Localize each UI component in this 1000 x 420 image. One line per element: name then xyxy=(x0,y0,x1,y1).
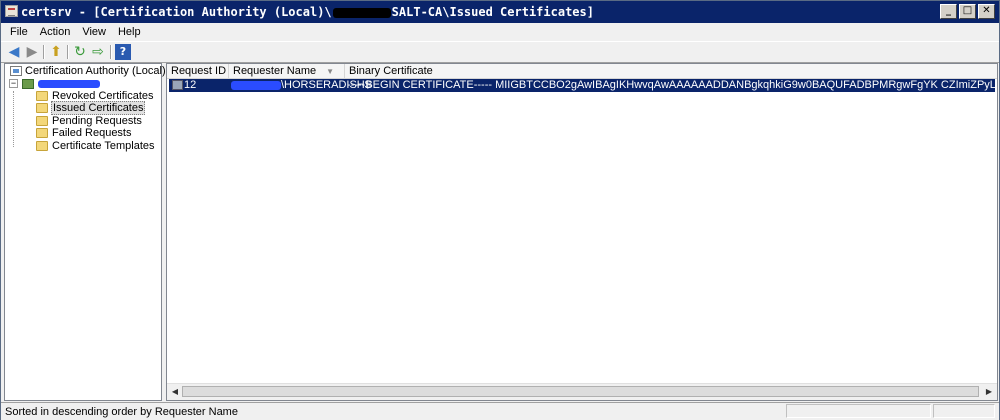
window-title: certsrv - [Certification Authority (Loca… xyxy=(21,5,594,19)
certification-authority-icon xyxy=(10,66,22,76)
folder-icon xyxy=(36,116,48,126)
menu-file[interactable]: File xyxy=(4,23,34,38)
toolbar-separator xyxy=(67,45,69,59)
certificate-icon xyxy=(172,80,183,90)
help-icon[interactable]: ? xyxy=(115,44,131,60)
folder-icon xyxy=(36,103,48,113)
menu-bar: File Action View Help xyxy=(1,23,999,41)
maximize-button[interactable]: □ xyxy=(959,4,976,19)
requester-redaction xyxy=(231,80,281,90)
toolbar-separator xyxy=(110,45,112,59)
cell-request-id: 12 xyxy=(184,79,197,91)
mmc-window: certsrv - [Certification Authority (Loca… xyxy=(0,0,1000,420)
console-tree: Certification Authority (Local) − Revoke… xyxy=(4,63,166,401)
tree-guide-line xyxy=(13,91,14,147)
column-binary-certificate[interactable]: Binary Certificate xyxy=(345,64,997,78)
list-header: Request ID Requester Name ▼ Binary Certif… xyxy=(167,64,997,79)
title-prefix: certsrv - [Certification Authority (Loca… xyxy=(21,5,332,19)
horizontal-scrollbar[interactable]: ◀ ▶ xyxy=(167,383,997,400)
scroll-thumb[interactable] xyxy=(182,386,979,397)
collapse-toggle-icon[interactable]: − xyxy=(9,79,18,88)
menu-view[interactable]: View xyxy=(76,23,112,38)
column-label: Requester Name xyxy=(233,65,317,77)
scroll-right-icon[interactable]: ▶ xyxy=(982,385,996,398)
tree-item-failed[interactable]: Failed Requests xyxy=(36,127,132,140)
column-requester-name[interactable]: Requester Name ▼ xyxy=(229,64,345,78)
folder-icon xyxy=(36,141,48,151)
status-text: Sorted in descending order by Requester … xyxy=(5,406,238,418)
window-controls: _ □ ✕ xyxy=(940,4,995,19)
tree-item-templates[interactable]: Certificate Templates xyxy=(36,140,155,153)
back-arrow-icon[interactable]: ◀ xyxy=(6,44,22,60)
menu-help[interactable]: Help xyxy=(112,23,147,38)
title-bar[interactable]: certsrv - [Certification Authority (Loca… xyxy=(1,1,999,23)
ca-name-redaction xyxy=(38,80,100,89)
folder-icon xyxy=(36,91,48,101)
certsrv-app-icon[interactable] xyxy=(5,5,18,17)
sort-descending-icon: ▼ xyxy=(326,67,335,76)
forward-arrow-icon[interactable]: ▶ xyxy=(24,44,40,60)
up-folder-icon[interactable]: ⬆ xyxy=(48,44,64,60)
menu-action[interactable]: Action xyxy=(34,23,77,38)
close-button[interactable]: ✕ xyxy=(978,4,995,19)
certificate-list: Request ID Requester Name ▼ Binary Certif… xyxy=(166,63,998,401)
tree-root-label: Certification Authority (Local) xyxy=(25,65,166,77)
status-bar: Sorted in descending order by Requester … xyxy=(1,402,999,420)
column-label: Request ID xyxy=(171,65,227,77)
tree-item-label: Issued Certificates xyxy=(51,101,146,115)
export-list-icon[interactable]: ⇨ xyxy=(90,44,106,60)
minimize-button[interactable]: _ xyxy=(940,4,957,19)
tree-item-issued[interactable]: Issued Certificates xyxy=(36,101,146,115)
tree-item-label: Failed Requests xyxy=(52,127,132,139)
scroll-left-icon[interactable]: ◀ xyxy=(168,385,182,398)
tree-item-label: Certificate Templates xyxy=(52,140,155,152)
column-label: Binary Certificate xyxy=(349,65,433,77)
status-pane xyxy=(786,404,931,418)
refresh-icon[interactable]: ↻ xyxy=(72,44,88,60)
status-pane xyxy=(933,404,995,418)
tree-item-label: Pending Requests xyxy=(52,115,142,127)
cell-binary-certificate: -----BEGIN CERTIFICATE----- MIIGBTCCBO2g… xyxy=(347,79,995,91)
tree-root[interactable]: Certification Authority (Local) xyxy=(10,65,166,78)
ca-server-icon xyxy=(22,79,34,89)
title-suffix: SALT-CA\Issued Certificates] xyxy=(391,5,594,19)
folder-icon xyxy=(36,128,48,138)
table-row[interactable]: 12 \HORSERADISH$ -----BEGIN CERTIFICATE-… xyxy=(169,79,995,92)
column-request-id[interactable]: Request ID xyxy=(167,64,229,78)
toolbar-separator xyxy=(43,45,45,59)
toolbar: ◀ ▶ ⬆ ↻ ⇨ ? xyxy=(1,41,999,63)
title-redaction xyxy=(332,7,391,18)
